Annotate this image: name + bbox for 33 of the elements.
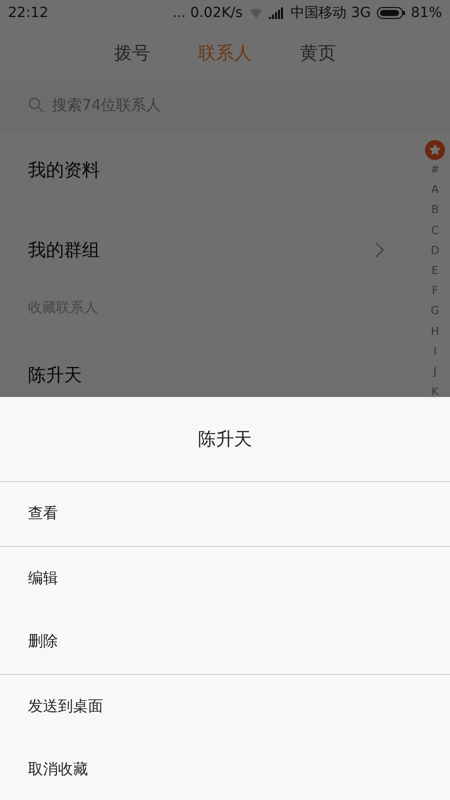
sheet-title: 陈升天 <box>198 428 252 451</box>
time: 22:12 <box>8 5 48 21</box>
signal-icon <box>268 7 285 19</box>
list-item[interactable]: 我的群组 <box>0 210 420 290</box>
menu-option[interactable]: 查看 <box>0 482 450 546</box>
network-speed: ... 0.02K/s <box>172 5 243 21</box>
wifi-icon <box>248 7 263 19</box>
index-letter[interactable]: I <box>433 342 437 362</box>
index-letter[interactable]: C <box>431 220 439 241</box>
index-letter[interactable]: # <box>430 160 440 180</box>
index-letter[interactable]: F <box>432 281 438 302</box>
index-letter[interactable]: B <box>431 200 439 221</box>
tab[interactable]: 黄页 <box>296 35 340 71</box>
menu-option[interactable]: 编辑 <box>0 546 450 610</box>
tab[interactable]: 拨号 <box>110 35 154 71</box>
index-letter[interactable]: H <box>430 322 440 342</box>
index-letter[interactable]: A <box>431 180 439 200</box>
tab[interactable]: 联系人 <box>194 35 256 71</box>
index-letter[interactable]: D <box>430 240 440 261</box>
carrier: 中国移动 3G <box>290 4 371 22</box>
index-letter[interactable]: E <box>432 260 438 282</box>
index-letter[interactable]: K <box>431 382 439 397</box>
index-letter[interactable]: G <box>430 301 440 322</box>
menu-option[interactable]: 删除 <box>0 610 450 674</box>
menu-option[interactable]: 发送到桌面 <box>0 674 450 738</box>
list-item[interactable]: 陈升天 <box>0 335 420 397</box>
chevron-right-icon <box>375 242 384 258</box>
list-item[interactable]: 我的资料 <box>0 130 420 210</box>
search-icon <box>28 97 44 113</box>
battery-level: 81% <box>410 5 442 21</box>
battery-icon <box>376 7 405 19</box>
menu-option[interactable]: 取消收藏 <box>0 738 450 800</box>
index-letter[interactable]: J <box>433 362 437 382</box>
